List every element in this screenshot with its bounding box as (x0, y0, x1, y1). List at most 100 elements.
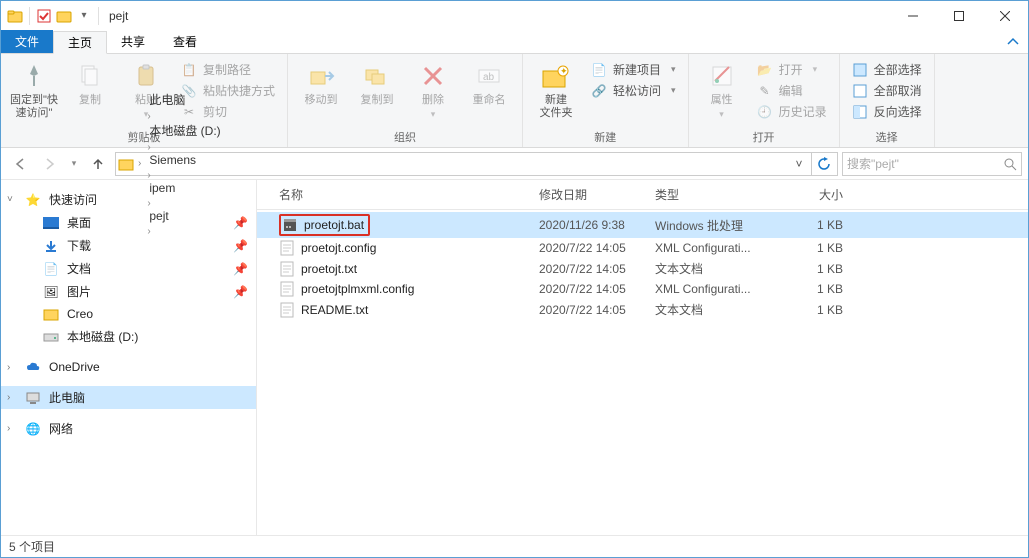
download-icon (43, 238, 59, 254)
chevron-down-icon[interactable]: ˅ (7, 194, 13, 205)
sidebar-local-d[interactable]: 本地磁盘 (D:) (1, 325, 256, 348)
qat-dropdown-icon[interactable]: ▾ (76, 8, 92, 24)
col-date[interactable]: 修改日期 (539, 186, 655, 203)
file-name: proetojt.bat (304, 218, 364, 232)
copy-button[interactable]: 复制 (65, 58, 115, 107)
select-all-icon (852, 62, 868, 78)
new-item-button[interactable]: 📄新建项目▾ (587, 60, 680, 79)
nav-back-button[interactable] (7, 151, 33, 177)
sidebar-quick-access[interactable]: ˅⭐快速访问 (1, 188, 256, 211)
close-button[interactable] (982, 1, 1028, 30)
sidebar-network[interactable]: ›🌐网络 (1, 417, 256, 440)
breadcrumb-segment[interactable]: 本地磁盘 (D:) (145, 122, 224, 139)
chevron-right-icon[interactable]: › (145, 170, 152, 181)
sidebar-desktop[interactable]: 桌面📌 (1, 211, 256, 234)
column-headers[interactable]: 名称 修改日期 类型 大小 (257, 180, 1028, 210)
nav-up-button[interactable] (85, 151, 111, 177)
title-text: pejt (109, 9, 128, 23)
nav-recent-dropdown[interactable]: ▾ (67, 151, 81, 177)
file-date: 2020/7/22 14:05 (539, 303, 655, 317)
delete-button[interactable]: 删除▾ (408, 58, 458, 120)
file-row[interactable]: proetojtplmxml.config2020/7/22 14:05XML … (257, 279, 1028, 299)
group-organize-label: 组织 (296, 127, 514, 145)
breadcrumb-segment[interactable]: Siemens (145, 153, 224, 167)
svg-text:ab: ab (483, 72, 495, 83)
file-row[interactable]: proetojt.config2020/7/22 14:05XML Config… (257, 238, 1028, 258)
rename-icon: ab (473, 60, 505, 92)
svg-text:✦: ✦ (560, 66, 568, 76)
pin-icon: 📌 (233, 262, 248, 276)
file-icon (279, 281, 295, 297)
cut-button[interactable]: ✂剪切 (177, 102, 279, 121)
sidebar-documents[interactable]: 📄文档📌 (1, 257, 256, 280)
chevron-right-icon[interactable]: › (136, 158, 143, 169)
col-type[interactable]: 类型 (655, 186, 773, 203)
move-to-button[interactable]: 移动到 (296, 58, 346, 107)
file-size: 1 KB (773, 218, 843, 232)
minimize-button[interactable] (890, 1, 936, 30)
copy-to-button[interactable]: 复制到 (352, 58, 402, 107)
rename-button[interactable]: ab重命名 (464, 58, 514, 107)
network-icon: 🌐 (25, 421, 41, 437)
pin-to-quick-access-button[interactable]: 固定到"快 速访问" (9, 58, 59, 120)
open-icon: 📂 (757, 62, 773, 78)
search-input[interactable] (847, 157, 1003, 171)
ribbon-tabs: 文件 主页 共享 查看 (1, 30, 1028, 54)
file-icon (279, 302, 295, 318)
properties-icon (706, 60, 738, 92)
status-item-count: 5 个项目 (9, 538, 55, 555)
new-folder-button[interactable]: ✦新建 文件夹 (531, 58, 581, 120)
pictures-icon: 🖼 (43, 284, 59, 300)
select-none-button[interactable]: 全部取消 (848, 81, 926, 100)
properties-button[interactable]: 属性▾ (697, 58, 747, 120)
file-date: 2020/7/22 14:05 (539, 262, 655, 276)
pin-icon (18, 60, 50, 92)
chevron-right-icon[interactable]: › (145, 142, 152, 153)
paste-shortcut-button[interactable]: 📎粘贴快捷方式 (177, 81, 279, 100)
star-icon: ⭐ (25, 192, 41, 208)
tab-view[interactable]: 查看 (159, 30, 211, 53)
history-button[interactable]: 🕘历史记录 (753, 102, 831, 121)
copy-path-button[interactable]: 📋复制路径 (177, 60, 279, 79)
qat-checkbox-icon[interactable] (36, 8, 52, 24)
breadcrumb-bar[interactable]: › 此电脑›本地磁盘 (D:)›Siemens›ipem›pejt› ˅ (115, 152, 838, 176)
col-size[interactable]: 大小 (773, 186, 843, 203)
file-name: proetojt.txt (301, 262, 357, 276)
edit-button[interactable]: ✎编辑 (753, 81, 831, 100)
sidebar-downloads[interactable]: 下载📌 (1, 234, 256, 257)
file-row[interactable]: proetojt.txt2020/7/22 14:05文本文档1 KB (257, 258, 1028, 279)
shortcut-icon: 📎 (181, 83, 197, 99)
copy-icon (74, 60, 106, 92)
search-icon[interactable] (1003, 157, 1017, 171)
chevron-right-icon[interactable]: › (7, 392, 10, 403)
col-name[interactable]: 名称 (279, 186, 539, 203)
address-dropdown-icon[interactable]: ˅ (789, 157, 809, 171)
refresh-button[interactable] (811, 152, 835, 176)
sidebar-pictures[interactable]: 🖼图片📌 (1, 280, 256, 303)
folder-icon (43, 306, 59, 322)
file-icon (279, 261, 295, 277)
tab-file[interactable]: 文件 (1, 30, 53, 53)
sidebar-creo[interactable]: Creo (1, 303, 256, 325)
folder-icon (7, 8, 23, 24)
maximize-button[interactable] (936, 1, 982, 30)
easy-access-button[interactable]: 🔗轻松访问▾ (587, 81, 680, 100)
ribbon-collapse-icon[interactable] (998, 30, 1028, 53)
sidebar-this-pc[interactable]: ›此电脑 (1, 386, 256, 409)
open-button[interactable]: 📂打开▾ (753, 60, 831, 79)
address-row: ▾ › 此电脑›本地磁盘 (D:)›Siemens›ipem›pejt› ˅ (1, 148, 1028, 180)
document-icon: 📄 (43, 261, 59, 277)
nav-forward-button[interactable] (37, 151, 63, 177)
sidebar-onedrive[interactable]: ›OneDrive (1, 356, 256, 378)
file-row[interactable]: proetojt.bat2020/11/26 9:38Windows 批处理1 … (257, 212, 1028, 238)
file-name: proetojtplmxml.config (301, 282, 414, 296)
file-row[interactable]: README.txt2020/7/22 14:05文本文档1 KB (257, 299, 1028, 320)
chevron-right-icon[interactable]: › (7, 362, 10, 373)
tab-share[interactable]: 共享 (107, 30, 159, 53)
chevron-right-icon[interactable]: › (7, 423, 10, 434)
search-box[interactable] (842, 152, 1022, 176)
tab-home[interactable]: 主页 (53, 31, 107, 54)
select-all-button[interactable]: 全部选择 (848, 60, 926, 79)
paste-button[interactable]: 粘贴 ▾ (121, 58, 171, 120)
invert-selection-button[interactable]: 反向选择 (848, 102, 926, 121)
